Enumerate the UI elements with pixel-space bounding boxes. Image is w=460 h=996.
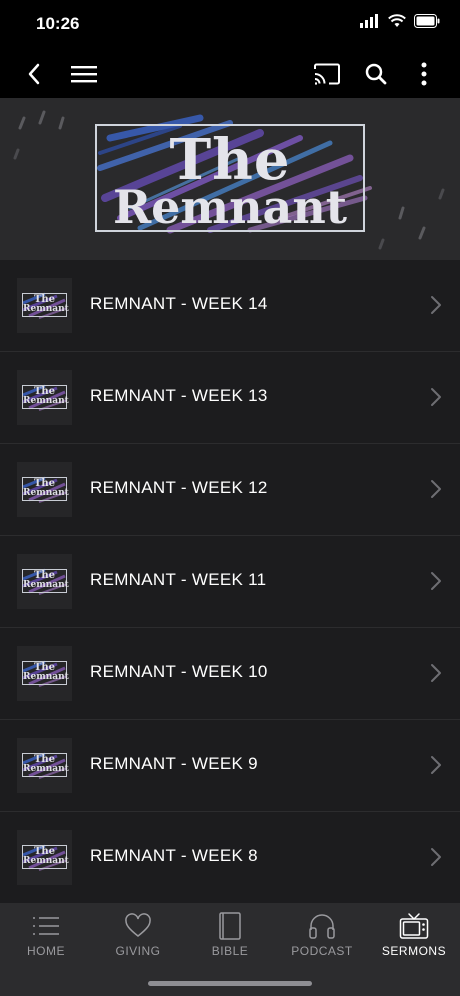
series-title-frame: The Remnant xyxy=(95,124,365,232)
back-button[interactable] xyxy=(20,50,48,98)
book-icon xyxy=(219,912,241,940)
chevron-right-icon xyxy=(431,572,441,590)
tab-label: GIVING xyxy=(115,944,161,958)
search-icon xyxy=(365,63,387,85)
search-button[interactable] xyxy=(362,50,390,98)
sermon-thumbnail: The Remnant xyxy=(17,462,72,517)
sermon-thumbnail: The Remnant xyxy=(17,738,72,793)
tab-home[interactable]: HOME xyxy=(0,904,92,974)
more-vertical-icon xyxy=(421,62,427,86)
sermon-row[interactable]: The Remnant REMNANT - WEEK 14 xyxy=(0,260,460,352)
headphones-icon xyxy=(309,914,335,939)
sermon-title: REMNANT - WEEK 14 xyxy=(90,294,268,313)
thumbnail-title-line2: Remnant xyxy=(23,856,69,866)
thumbnail-frame: The Remnant xyxy=(22,661,69,685)
sermon-title: REMNANT - WEEK 11 xyxy=(90,570,267,589)
sermon-row[interactable]: The Remnant REMNANT - WEEK 11 xyxy=(0,536,460,628)
thumbnail-frame: The Remnant xyxy=(22,477,69,501)
chevron-right-icon xyxy=(431,848,441,866)
tab-label: HOME xyxy=(27,944,65,958)
tab-giving[interactable]: GIVING xyxy=(92,904,184,974)
bottom-tab-bar: HOME GIVING BIBLE PODCAST SERMONS xyxy=(0,904,460,996)
status-icons xyxy=(360,14,440,28)
sermon-row[interactable]: The Remnant REMNANT - WEEK 9 xyxy=(0,720,460,812)
tab-sermons[interactable]: SERMONS xyxy=(368,904,460,974)
sermon-title: REMNANT - WEEK 9 xyxy=(90,754,258,773)
sermon-title: REMNANT - WEEK 12 xyxy=(90,478,268,497)
sermon-thumbnail: The Remnant xyxy=(17,554,72,609)
hamburger-icon xyxy=(71,66,97,83)
signal-icon xyxy=(360,14,378,28)
heart-icon xyxy=(125,913,151,937)
tab-podcast[interactable]: PODCAST xyxy=(276,904,368,974)
thumbnail-title-line2: Remnant xyxy=(23,672,69,682)
home-indicator xyxy=(148,981,312,986)
wifi-icon xyxy=(388,14,406,27)
menu-button[interactable] xyxy=(70,50,98,98)
sermon-row[interactable]: The Remnant REMNANT - WEEK 13 xyxy=(0,352,460,444)
sermon-title: REMNANT - WEEK 8 xyxy=(90,846,258,865)
sermon-title: REMNANT - WEEK 10 xyxy=(90,662,268,681)
sermon-list: The Remnant REMNANT - WEEK 14 The Remnant REM… xyxy=(0,260,460,904)
thumbnail-frame: The Remnant xyxy=(22,845,69,869)
cast-icon xyxy=(314,63,340,85)
chevron-right-icon xyxy=(431,480,441,498)
tv-icon xyxy=(399,913,429,939)
tab-label: BIBLE xyxy=(211,944,249,958)
thumbnail-frame: The Remnant xyxy=(22,569,69,593)
sermon-thumbnail: The Remnant xyxy=(17,830,72,885)
sermon-row[interactable]: The Remnant REMNANT - WEEK 12 xyxy=(0,444,460,536)
thumbnail-title-line2: Remnant xyxy=(23,580,69,590)
more-button[interactable] xyxy=(412,50,436,98)
thumbnail-frame: The Remnant xyxy=(22,385,69,409)
thumbnail-title-line2: Remnant xyxy=(23,488,69,498)
battery-icon xyxy=(414,14,440,28)
series-title-line2: Remnant xyxy=(112,180,348,234)
chevron-left-icon xyxy=(28,63,40,85)
chevron-right-icon xyxy=(431,756,441,774)
tab-label: SERMONS xyxy=(381,944,447,958)
thumbnail-frame: The Remnant xyxy=(22,753,69,777)
status-time: 10:26 xyxy=(36,14,80,33)
sermon-thumbnail: The Remnant xyxy=(17,278,72,333)
sermon-row[interactable]: The Remnant REMNANT - WEEK 8 xyxy=(0,812,460,904)
series-banner: The Remnant xyxy=(0,98,460,260)
status-bar: 10:26 xyxy=(0,0,460,50)
thumbnail-title-line2: Remnant xyxy=(23,764,69,774)
cast-button[interactable] xyxy=(312,50,342,98)
sermon-thumbnail: The Remnant xyxy=(17,646,72,701)
tab-bible[interactable]: BIBLE xyxy=(184,904,276,974)
sermon-row[interactable]: The Remnant REMNANT - WEEK 10 xyxy=(0,628,460,720)
top-navbar xyxy=(0,50,460,98)
chevron-right-icon xyxy=(431,388,441,406)
thumbnail-title-line2: Remnant xyxy=(23,304,69,314)
list-icon xyxy=(33,917,59,935)
sermon-thumbnail: The Remnant xyxy=(17,370,72,425)
chevron-right-icon xyxy=(431,296,441,314)
chevron-right-icon xyxy=(431,664,441,682)
sermon-title: REMNANT - WEEK 13 xyxy=(90,386,268,405)
thumbnail-title-line2: Remnant xyxy=(23,396,69,406)
thumbnail-frame: The Remnant xyxy=(22,293,69,317)
tab-label: PODCAST xyxy=(291,944,353,958)
